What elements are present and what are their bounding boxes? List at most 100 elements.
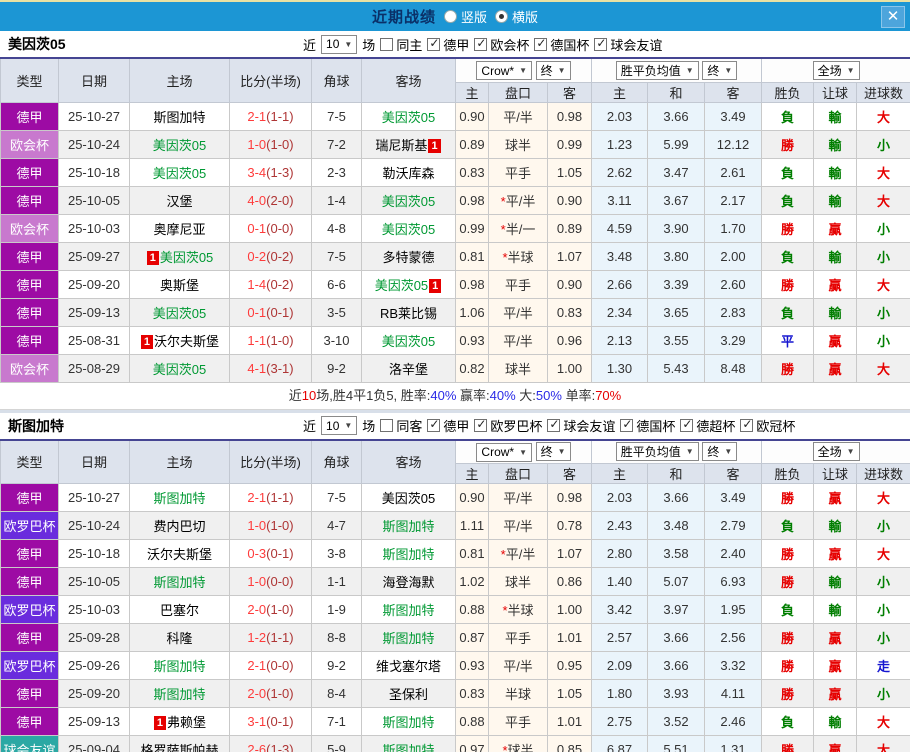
radio-horizontal[interactable]: 横版 bbox=[495, 7, 538, 26]
match-row: 德甲 25-08-31 1 沃尔夫斯堡 1-1(1-0) 3-10 美因茨05 0… bbox=[0, 325, 910, 355]
asia-away-odds: 1.01 bbox=[547, 707, 592, 736]
league-badge: 欧会杯 bbox=[0, 213, 59, 243]
match-count-select[interactable]: 10 ▼ bbox=[321, 34, 358, 54]
filter-league-checkbox-5[interactable]: 欧冠杯 bbox=[740, 416, 795, 435]
asia-away-odds: 0.85 bbox=[547, 735, 592, 752]
europe-home-odds: 2.80 bbox=[591, 539, 648, 568]
summary-row: 近10场,胜4平1负5, 胜率:40% 赢率:40% 大:50% 单率:70% bbox=[0, 382, 910, 410]
score: 0-3(0-1) bbox=[229, 539, 312, 568]
asia-away-odds: 1.00 bbox=[547, 595, 592, 624]
corners: 9-2 bbox=[311, 353, 362, 383]
europe-home-odds: 3.48 bbox=[591, 241, 648, 271]
away-team: 斯图加特 bbox=[361, 539, 456, 568]
match-date: 25-10-18 bbox=[58, 157, 130, 187]
match-date: 25-09-28 bbox=[58, 623, 130, 652]
filter-league-checkbox-4[interactable]: 德超杯 bbox=[680, 416, 735, 435]
checkbox-checked-icon bbox=[680, 417, 694, 432]
subcol-header-7: 让球 bbox=[813, 81, 858, 103]
col-type-header: 类型 bbox=[0, 57, 59, 103]
result-goals: 小 bbox=[856, 679, 910, 708]
asia-away-odds: 0.86 bbox=[547, 567, 592, 596]
bookmaker-select[interactable]: Crow* ▼ bbox=[476, 442, 533, 462]
europe-home-odds: 3.42 bbox=[591, 595, 648, 624]
result-outcome: 勝 bbox=[761, 269, 815, 299]
match-date: 25-09-27 bbox=[58, 241, 130, 271]
filter-league-checkbox-0[interactable]: 德甲 bbox=[427, 35, 469, 54]
asia-handicap: 球半 bbox=[488, 129, 548, 159]
filter-league-checkbox-1[interactable]: 欧罗巴杯 bbox=[474, 416, 542, 435]
radio-vertical[interactable]: 竖版 bbox=[443, 7, 487, 26]
europe-home-odds: 6.87 bbox=[591, 735, 648, 752]
filter-league-checkbox-0[interactable]: 德甲 bbox=[427, 416, 469, 435]
match-count-select[interactable]: 10 ▼ bbox=[321, 416, 358, 435]
europe-away-odds: 8.48 bbox=[703, 353, 763, 383]
corners: 3-8 bbox=[311, 539, 362, 568]
subcol-header-2: 客 bbox=[547, 81, 592, 103]
league-badge: 德甲 bbox=[0, 157, 59, 187]
result-handicap: 贏 bbox=[813, 269, 858, 299]
asia-away-odds: 1.00 bbox=[547, 353, 592, 383]
filter-league-checkbox-3[interactable]: 球会友谊 bbox=[594, 35, 662, 54]
result-outcome: 負 bbox=[761, 241, 815, 271]
filter-league-checkbox-1[interactable]: 欧会杯 bbox=[474, 35, 529, 54]
asia-state-select[interactable]: 终 ▼ bbox=[535, 442, 571, 461]
bookmaker-select[interactable]: Crow* ▼ bbox=[476, 61, 533, 80]
home-team: 斯图加特 bbox=[129, 567, 230, 596]
europe-draw-odds: 3.65 bbox=[647, 297, 705, 327]
asia-away-odds: 0.99 bbox=[547, 129, 592, 159]
close-button[interactable]: ✕ bbox=[881, 6, 905, 28]
europe-home-odds: 1.80 bbox=[591, 679, 648, 708]
filter-league-checkbox-3[interactable]: 德国杯 bbox=[620, 416, 675, 435]
home-team: 格罗萨斯帕赫 bbox=[129, 735, 230, 752]
filter-same-checkbox[interactable]: 同主 bbox=[380, 35, 422, 54]
result-outcome: 勝 bbox=[761, 483, 815, 512]
result-handicap: 輸 bbox=[813, 185, 858, 215]
asia-home-odds: 0.81 bbox=[455, 539, 489, 568]
checkbox-checked-icon bbox=[427, 36, 441, 51]
checkbox-checked-icon bbox=[474, 36, 488, 51]
result-goals: 大 bbox=[856, 101, 910, 131]
checkbox-checked-icon bbox=[534, 36, 548, 51]
chevron-down-icon: ▼ bbox=[519, 66, 528, 75]
asia-state-select[interactable]: 终 ▼ bbox=[535, 60, 571, 80]
handicap-star: * bbox=[500, 221, 506, 237]
match-date: 25-10-18 bbox=[58, 539, 130, 568]
europe-state-select[interactable]: 终 ▼ bbox=[702, 442, 738, 462]
result-handicap: 輸 bbox=[813, 511, 858, 540]
europe-odds-select[interactable]: 胜平负均值 ▼ bbox=[615, 60, 699, 80]
col-home-header: 主场 bbox=[129, 439, 230, 484]
filter-league-checkbox-2[interactable]: 德国杯 bbox=[534, 35, 589, 54]
asia-away-odds: 0.95 bbox=[547, 651, 592, 680]
corners: 5-9 bbox=[311, 735, 362, 752]
result-outcome: 勝 bbox=[761, 735, 815, 752]
europe-draw-odds: 3.93 bbox=[647, 679, 705, 708]
result-outcome: 平 bbox=[761, 325, 815, 355]
result-goals: 大 bbox=[856, 353, 910, 383]
filter-same-checkbox[interactable]: 同客 bbox=[380, 416, 422, 435]
subcol-header-8: 进球数 bbox=[856, 81, 910, 103]
europe-odds-select[interactable]: 胜平负均值 ▼ bbox=[615, 442, 699, 462]
score: 1-0(1-0) bbox=[229, 129, 312, 159]
subcol-header-4: 和 bbox=[647, 81, 705, 103]
scope-select[interactable]: 全场 ▼ bbox=[812, 442, 860, 462]
match-row: 德甲 25-09-28 科隆 1-2(1-1) 8-8 斯图加特 0.87 平手… bbox=[0, 623, 910, 652]
league-badge: 德甲 bbox=[0, 269, 59, 299]
scope-select[interactable]: 全场 ▼ bbox=[812, 60, 860, 80]
corners: 3-5 bbox=[311, 297, 362, 327]
europe-away-odds: 2.17 bbox=[703, 185, 763, 215]
result-goals: 小 bbox=[856, 595, 910, 624]
asia-home-odds: 0.98 bbox=[455, 185, 489, 215]
chevron-down-icon: ▼ bbox=[519, 447, 528, 457]
score: 2-1(1-1) bbox=[229, 101, 312, 131]
result-outcome: 勝 bbox=[761, 129, 815, 159]
card-badge: 1 bbox=[153, 716, 167, 730]
asia-handicap: 球半 bbox=[488, 567, 548, 596]
filter-league-checkbox-2[interactable]: 球会友谊 bbox=[547, 416, 615, 435]
scope-select-cell: 全场 ▼ bbox=[761, 57, 910, 83]
close-icon: ✕ bbox=[886, 8, 900, 25]
away-team: 美因茨05 bbox=[361, 483, 456, 512]
col-corner-header: 角球 bbox=[311, 57, 362, 103]
europe-home-odds: 2.43 bbox=[591, 511, 648, 540]
result-handicap: 贏 bbox=[813, 623, 858, 652]
europe-state-select[interactable]: 终 ▼ bbox=[702, 60, 738, 80]
